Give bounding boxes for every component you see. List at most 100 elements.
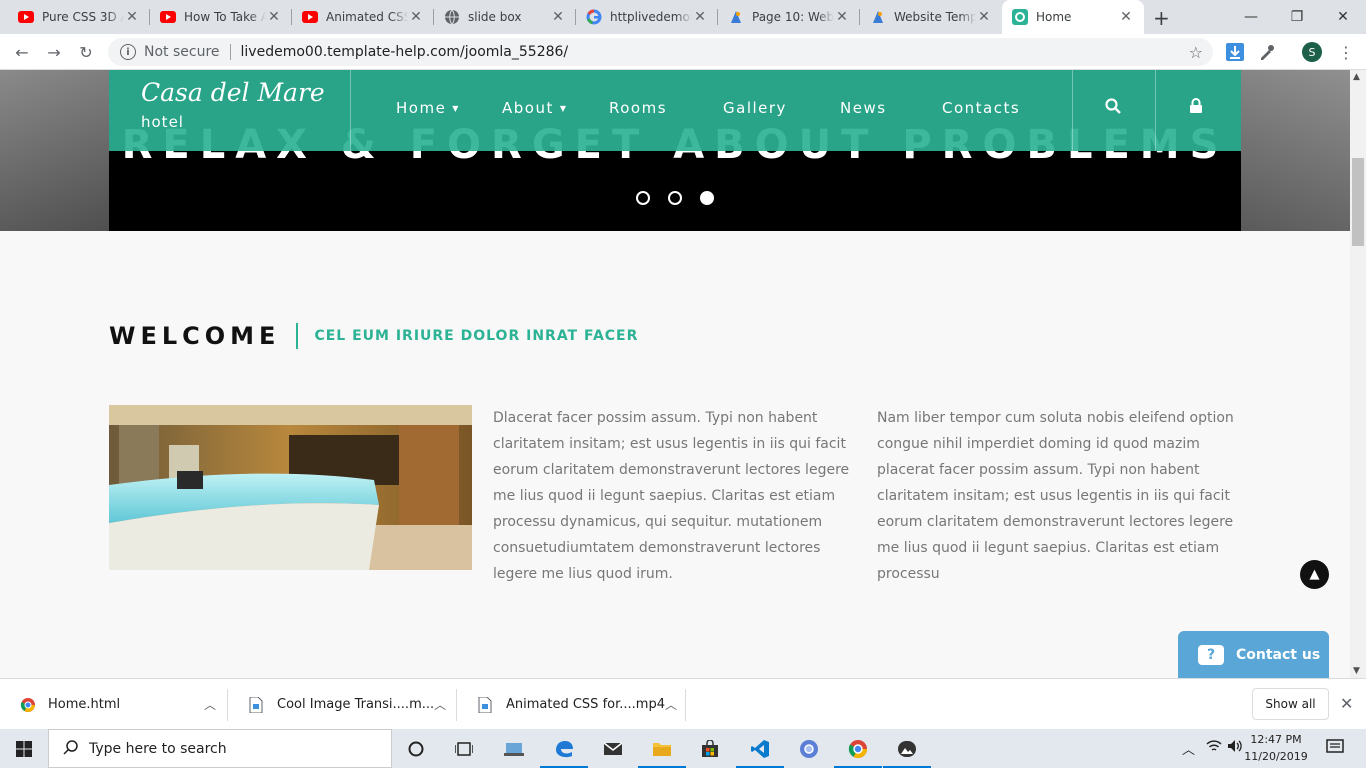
hotel-lobby-image <box>109 405 472 570</box>
task-view-icon[interactable] <box>440 729 488 768</box>
hero-side-image <box>0 70 109 231</box>
menu-item-rooms[interactable]: Rooms <box>609 99 667 117</box>
info-icon[interactable]: i <box>120 44 136 60</box>
file-icon <box>478 696 494 713</box>
reload-button[interactable]: ↻ <box>74 40 98 64</box>
security-label: Not secure <box>144 44 220 60</box>
browser-tab[interactable]: How To Take A Screenshot ✕ <box>150 0 292 34</box>
template-icon <box>728 9 744 25</box>
scrollbar-thumb[interactable] <box>1352 158 1364 246</box>
download-item[interactable]: Cool Image Transi....m... ︿ <box>229 679 457 730</box>
browser-tab[interactable]: Animated CSS Form ✕ <box>292 0 434 34</box>
close-tab-icon[interactable]: ✕ <box>976 9 992 25</box>
forward-button[interactable]: → <box>42 40 66 64</box>
close-window-button[interactable]: ✕ <box>1320 0 1366 34</box>
browser-toolbar: ← → ↻ i Not secure livedemo00.template-h… <box>0 34 1366 70</box>
photos-app-icon[interactable] <box>883 729 931 768</box>
welcome-paragraph-1: Dlacerat facer possim assum. Typi non ha… <box>493 410 850 582</box>
chevron-up-icon: ▲ <box>1309 567 1320 582</box>
close-tab-icon[interactable]: ✕ <box>266 9 282 25</box>
menu-item-news[interactable]: News <box>840 99 887 117</box>
wifi-icon[interactable] <box>1206 739 1222 757</box>
browser-tab-active[interactable]: Home ✕ <box>1002 0 1144 34</box>
profile-avatar[interactable]: S <box>1302 42 1322 62</box>
chevron-up-icon[interactable]: ︿ <box>204 696 228 713</box>
browser-tab[interactable]: slide box ✕ <box>434 0 576 34</box>
slider-dot[interactable] <box>668 191 682 205</box>
page-scrollbar[interactable]: ▲ ▼ <box>1350 70 1366 678</box>
tray-overflow-chevron-icon[interactable]: ︿ <box>1182 739 1195 758</box>
system-clock[interactable]: 12:47 PM 11/20/2019 <box>1244 731 1308 765</box>
notifications-icon[interactable] <box>1326 739 1344 759</box>
bookmark-star-icon[interactable]: ☆ <box>1189 43 1203 62</box>
show-all-downloads-button[interactable]: Show all <box>1252 688 1329 720</box>
browser-tab[interactable]: httplivedemo00 ✕ <box>576 0 718 34</box>
volume-icon[interactable] <box>1227 739 1243 757</box>
hero-side-image <box>1241 70 1350 231</box>
network-drive-icon[interactable] <box>490 729 538 768</box>
download-name: Animated CSS for....mp4 <box>506 697 665 712</box>
cortana-icon[interactable] <box>392 729 440 768</box>
close-tab-icon[interactable]: ✕ <box>1118 9 1134 25</box>
menu-divider <box>1155 70 1156 151</box>
browser-tab[interactable]: Page 10: Website ✕ <box>718 0 860 34</box>
taskbar-search[interactable]: Type here to search <box>48 729 392 768</box>
chevron-down-icon: ▼ <box>559 104 568 113</box>
download-extension-icon[interactable] <box>1225 42 1245 62</box>
close-tab-icon[interactable]: ✕ <box>550 9 566 25</box>
new-tab-button[interactable]: + <box>1153 6 1170 30</box>
windows-start-icon[interactable] <box>0 729 48 768</box>
menu-divider <box>350 70 351 151</box>
menu-item-gallery[interactable]: Gallery <box>723 99 787 117</box>
slider-dot-active[interactable] <box>700 191 714 205</box>
chrome-file-icon <box>20 697 36 713</box>
close-tab-icon[interactable]: ✕ <box>408 9 424 25</box>
scroll-up-arrow-icon[interactable]: ▲ <box>1353 72 1360 82</box>
scroll-to-top-button[interactable]: ▲ <box>1300 560 1329 589</box>
section-title: WELCOME <box>109 322 281 350</box>
lock-icon[interactable] <box>1189 98 1203 118</box>
back-button[interactable]: ← <box>10 40 34 64</box>
search-icon[interactable] <box>1105 98 1121 118</box>
google-icon <box>586 9 602 25</box>
download-name: Home.html <box>48 697 121 712</box>
url-text[interactable]: livedemo00.template-help.com/joomla_5528… <box>241 44 569 60</box>
vscode-icon[interactable] <box>736 729 784 768</box>
download-item[interactable]: Home.html ︿ <box>0 679 228 730</box>
eyedropper-icon[interactable] <box>1257 42 1277 62</box>
chrome-icon[interactable] <box>834 729 882 768</box>
search-icon <box>63 739 79 759</box>
tab-title: Home <box>1036 10 1072 24</box>
mail-icon[interactable] <box>589 729 637 768</box>
browser-tab[interactable]: Website Templates ✕ <box>860 0 1002 34</box>
store-icon[interactable] <box>686 729 734 768</box>
minimize-button[interactable]: — <box>1228 0 1274 34</box>
close-icon[interactable]: ✕ <box>1340 694 1353 713</box>
menu-item-home[interactable]: Home ▼ <box>396 99 460 117</box>
scroll-down-arrow-icon[interactable]: ▼ <box>1353 666 1360 676</box>
download-item[interactable]: Animated CSS for....mp4 ︿ <box>458 679 686 730</box>
welcome-heading: WELCOME CEL EUM IRIURE DOLOR INRAT FACER <box>109 322 638 350</box>
file-explorer-icon[interactable] <box>638 729 686 768</box>
close-tab-icon[interactable]: ✕ <box>692 9 708 25</box>
site-logo[interactable]: Casa del Mare hotel <box>141 78 325 131</box>
logo-subtitle: hotel <box>141 113 184 131</box>
menu-item-about[interactable]: About ▼ <box>502 99 568 117</box>
menu-item-contacts[interactable]: Contacts <box>942 99 1020 117</box>
address-bar[interactable]: i Not secure livedemo00.template-help.co… <box>108 38 1213 66</box>
edge-icon[interactable] <box>540 729 588 768</box>
browser-tab[interactable]: Pure CSS 3D Animation ✕ <box>8 0 150 34</box>
chrome-canary-icon[interactable] <box>785 729 833 768</box>
tab-title: Pure CSS 3D Animation <box>42 10 124 24</box>
tab-title: Animated CSS Form <box>326 10 408 24</box>
restore-button[interactable]: ❐ <box>1274 0 1320 34</box>
close-tab-icon[interactable]: ✕ <box>834 9 850 25</box>
chevron-up-icon[interactable]: ︿ <box>665 696 686 713</box>
browser-menu-icon[interactable]: ⋮ <box>1336 42 1356 62</box>
menu-label: About <box>502 99 554 117</box>
close-tab-icon[interactable]: ✕ <box>124 9 140 25</box>
chevron-up-icon[interactable]: ︿ <box>434 696 457 713</box>
slider-dot[interactable] <box>636 191 650 205</box>
contact-us-button[interactable]: ? Contact us <box>1178 631 1329 678</box>
file-icon <box>249 696 265 713</box>
